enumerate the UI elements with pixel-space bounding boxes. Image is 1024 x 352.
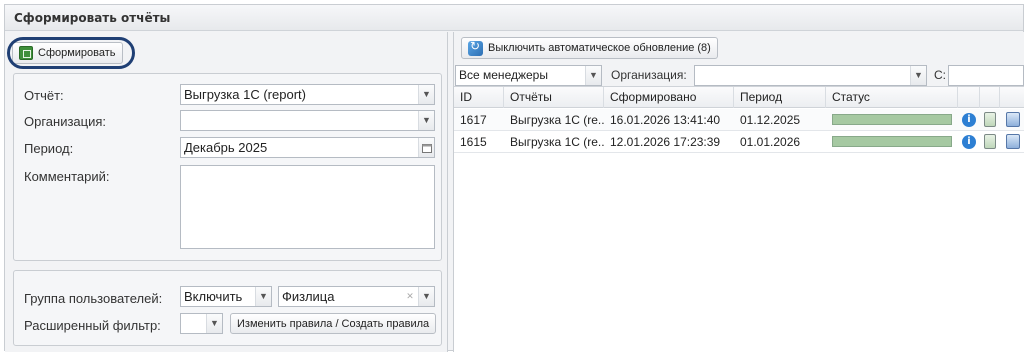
managers-filter-select[interactable]: Все менеджеры ▼ xyxy=(455,65,602,86)
build-report-label: Сформировать xyxy=(38,47,116,59)
save-icon[interactable] xyxy=(1006,134,1020,149)
chevron-down-icon[interactable]: ▼ xyxy=(418,287,434,306)
left-panel: Сформировать Отчёт: Выгрузка 1С (report)… xyxy=(5,32,448,352)
report-select-value: Выгрузка 1С (report) xyxy=(184,87,306,102)
table-row[interactable]: 1615 Выгрузка 1С (re... 12.01.2026 17:23… xyxy=(454,131,1024,153)
report-label: Отчёт: xyxy=(24,88,64,103)
clear-icon[interactable]: ✕ xyxy=(402,287,418,306)
col-download xyxy=(1000,87,1024,108)
save-icon[interactable] xyxy=(1006,112,1020,127)
group-select[interactable]: Физлица ✕ ▼ xyxy=(278,286,435,307)
group-label: Группа пользователей: xyxy=(24,291,163,306)
toggle-autorefresh-button[interactable]: Выключить автоматическое обновление (8) xyxy=(461,37,718,59)
window-title: Сформировать отчёты xyxy=(5,5,1023,31)
chevron-down-icon[interactable]: ▼ xyxy=(418,85,434,104)
col-info xyxy=(958,87,980,108)
comment-label: Комментарий: xyxy=(24,169,110,184)
refresh-icon xyxy=(468,39,483,56)
org-filter-select[interactable]: ▼ xyxy=(694,65,927,86)
cell-created: 16.01.2026 13:41:40 xyxy=(610,113,721,127)
report-params-group: Отчёт: Выгрузка 1С (report) ▼ Организаци… xyxy=(13,73,442,261)
comment-textarea[interactable] xyxy=(180,165,435,249)
user-filter-group: Группа пользователей: Включить ▼ Физлица… xyxy=(13,270,442,346)
adv-filter-label: Расширенный фильтр: xyxy=(24,318,161,333)
chevron-down-icon[interactable]: ▼ xyxy=(255,287,271,306)
col-id[interactable]: ID xyxy=(454,87,504,108)
edit-rules-label: Изменить правила / Создать правила xyxy=(237,317,430,330)
calendar-icon[interactable] xyxy=(418,138,434,157)
progress-bar xyxy=(832,114,952,125)
report-select[interactable]: Выгрузка 1С (report) ▼ xyxy=(180,84,435,105)
right-panel: Выключить автоматическое обновление (8) … xyxy=(453,32,1024,352)
from-date-field[interactable] xyxy=(948,65,1024,86)
info-icon[interactable]: i xyxy=(962,113,976,127)
trash-icon[interactable] xyxy=(984,112,996,127)
cell-created: 12.01.2026 17:23:39 xyxy=(610,135,721,149)
org-label: Организация: xyxy=(24,114,107,129)
col-delete xyxy=(980,87,1000,108)
chevron-down-icon[interactable]: ▼ xyxy=(418,111,434,130)
cell-report: Выгрузка 1С (re... xyxy=(510,113,604,127)
chevron-down-icon[interactable]: ▼ xyxy=(206,314,222,333)
from-date-label: С: xyxy=(934,68,946,82)
period-value: Декабрь 2025 xyxy=(184,140,268,155)
grid-header: ID Отчёты Сформировано Период Статус xyxy=(454,87,1024,108)
info-icon[interactable]: i xyxy=(962,135,976,149)
org-select[interactable]: ▼ xyxy=(180,110,435,131)
filter-bar: Все менеджеры ▼ Организация: ▼ С: xyxy=(454,64,1024,86)
col-report[interactable]: Отчёты xyxy=(504,87,604,108)
period-field[interactable]: Декабрь 2025 xyxy=(180,137,435,158)
group-mode-value: Включить xyxy=(184,289,243,304)
edit-rules-button[interactable]: Изменить правила / Создать правила xyxy=(230,313,437,334)
cell-id: 1615 xyxy=(460,135,487,149)
group-mode-select[interactable]: Включить ▼ xyxy=(180,286,272,307)
report-window: Сформировать отчёты Сформировать Отчёт: … xyxy=(4,4,1024,352)
cell-id: 1617 xyxy=(460,113,487,127)
progress-bar xyxy=(832,136,952,147)
chevron-down-icon[interactable]: ▼ xyxy=(585,66,601,85)
reports-grid: ID Отчёты Сформировано Период Статус 161… xyxy=(454,86,1024,352)
col-status[interactable]: Статус xyxy=(826,87,958,108)
build-report-button[interactable]: Сформировать xyxy=(12,42,123,64)
cell-period: 01.01.2026 xyxy=(740,135,801,149)
adv-filter-select[interactable]: ▼ xyxy=(180,313,223,334)
table-row[interactable]: 1617 Выгрузка 1С (re... 16.01.2026 13:41… xyxy=(454,109,1024,131)
toggle-autorefresh-label: Выключить автоматическое обновление (8) xyxy=(488,42,711,54)
period-label: Период: xyxy=(24,141,74,156)
org-filter-label: Организация: xyxy=(611,68,687,82)
managers-filter-value: Все менеджеры xyxy=(459,68,548,82)
cell-report: Выгрузка 1С (re... xyxy=(510,135,604,149)
group-select-value: Физлица xyxy=(282,289,335,304)
cell-period: 01.12.2025 xyxy=(740,113,801,127)
excel-icon xyxy=(19,46,33,60)
col-created[interactable]: Сформировано xyxy=(604,87,734,108)
trash-icon[interactable] xyxy=(984,134,996,149)
chevron-down-icon[interactable]: ▼ xyxy=(910,66,926,85)
col-period[interactable]: Период xyxy=(734,87,826,108)
